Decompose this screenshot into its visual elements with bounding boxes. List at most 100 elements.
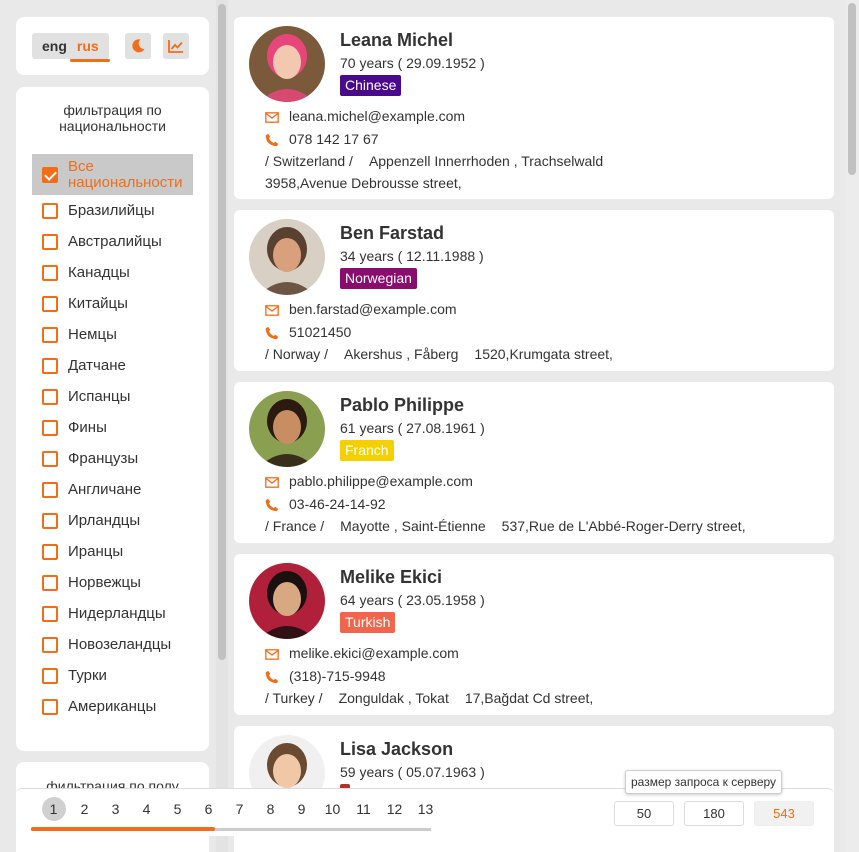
user-phone[interactable]: (318)-715-9948: [289, 668, 386, 684]
lang-eng-button[interactable]: eng: [37, 33, 72, 59]
address-street-row: 3958,Avenue Debrousse street,: [265, 175, 462, 191]
checkbox[interactable]: [42, 388, 58, 405]
nationality-option[interactable]: Все национальности: [32, 154, 193, 195]
page-number: 9: [297, 801, 306, 817]
statistics-button[interactable]: [163, 33, 189, 59]
page-button[interactable]: 3: [100, 797, 131, 821]
checkbox[interactable]: [42, 166, 58, 183]
nationality-option[interactable]: Новозеландцы: [32, 629, 193, 660]
nationality-option[interactable]: Иранцы: [32, 536, 193, 567]
page-button[interactable]: 10: [317, 797, 348, 821]
user-region: Appenzell Innerrhoden , Trachselwald: [368, 153, 604, 169]
nationality-option[interactable]: Испанцы: [32, 381, 193, 412]
user-email[interactable]: ben.farstad@example.com: [289, 301, 457, 317]
page-button[interactable]: 12: [379, 797, 410, 821]
page-button[interactable]: 2: [69, 797, 100, 821]
moon-icon: [132, 39, 145, 53]
sidebar-scrollbar[interactable]: [216, 0, 228, 852]
page-button[interactable]: 13: [410, 797, 441, 821]
user-email[interactable]: pablo.philippe@example.com: [289, 473, 473, 489]
page-button[interactable]: 6: [193, 797, 224, 821]
checkbox[interactable]: [42, 264, 58, 281]
nationality-option[interactable]: Ирландцы: [32, 505, 193, 536]
avatar: [249, 26, 325, 102]
checkbox[interactable]: [42, 512, 58, 529]
page-number: 13: [417, 801, 434, 817]
page-button[interactable]: 5: [162, 797, 193, 821]
request-size-543-button[interactable]: 543: [754, 801, 814, 826]
nationality-label: Турки: [68, 667, 107, 684]
page-button[interactable]: 4: [131, 797, 162, 821]
user-email[interactable]: melike.ekici@example.com: [289, 645, 459, 661]
request-size-50-button[interactable]: 50: [614, 801, 674, 826]
user-card: Melike Ekici 64 years ( 23.05.1958 ) Turki…: [234, 554, 834, 715]
checkbox[interactable]: [42, 326, 58, 343]
settings-panel: eng rus: [16, 17, 209, 75]
checkbox[interactable]: [42, 698, 58, 715]
nationality-option[interactable]: Турки: [32, 660, 193, 691]
theme-toggle-button[interactable]: [125, 33, 151, 59]
pager-scroll-indicator[interactable]: [31, 827, 215, 831]
nationality-badge: Franch: [340, 440, 394, 461]
checkbox[interactable]: [42, 419, 58, 436]
user-street: 3958,Avenue Debrousse street,: [265, 175, 462, 191]
nationality-option[interactable]: Американцы: [32, 691, 193, 722]
checkbox[interactable]: [42, 295, 58, 312]
nationality-option[interactable]: Датчане: [32, 350, 193, 381]
checkbox[interactable]: [42, 543, 58, 560]
nationality-label: Датчане: [68, 357, 126, 374]
nationality-label: Нидерландцы: [68, 605, 166, 622]
user-phone[interactable]: 51021450: [289, 324, 351, 340]
checkbox[interactable]: [42, 605, 58, 622]
nationality-option[interactable]: Китайцы: [32, 288, 193, 319]
page-button[interactable]: 11: [348, 797, 379, 821]
checkbox[interactable]: [42, 481, 58, 498]
user-country: / Switzerland /: [265, 153, 353, 169]
sidebar-scrollbar-thumb[interactable]: [218, 4, 226, 660]
main-scrollbar-thumb[interactable]: [848, 3, 856, 175]
checkbox[interactable]: [42, 574, 58, 591]
nationality-option[interactable]: Фины: [32, 412, 193, 443]
nationality-option[interactable]: Англичане: [32, 474, 193, 505]
nationality-option[interactable]: Французы: [32, 443, 193, 474]
nationality-badge: Norwegian: [340, 268, 417, 289]
main-scrollbar[interactable]: [845, 0, 859, 852]
checkbox[interactable]: [42, 202, 58, 219]
checkbox[interactable]: [42, 636, 58, 653]
checkbox[interactable]: [42, 233, 58, 250]
user-region: Mayotte , Saint-Étienne: [340, 518, 486, 534]
checkbox[interactable]: [42, 357, 58, 374]
nationality-option[interactable]: Австралийцы: [32, 226, 193, 257]
language-switch: eng rus: [32, 33, 110, 62]
nationality-option[interactable]: Нидерландцы: [32, 598, 193, 629]
phone-row: 078 142 17 67: [265, 131, 379, 147]
nationality-label: Новозеландцы: [68, 636, 172, 653]
checkbox[interactable]: [42, 450, 58, 467]
lang-rus-button[interactable]: rus: [69, 33, 110, 62]
nationality-option[interactable]: Канадцы: [32, 257, 193, 288]
request-size-180-button[interactable]: 180: [684, 801, 744, 826]
user-phone[interactable]: 03-46-24-14-92: [289, 496, 386, 512]
user-region: Akershus , Fåberg: [344, 346, 459, 362]
page-button[interactable]: 7: [224, 797, 255, 821]
page-button[interactable]: 9: [286, 797, 317, 821]
user-card: Ben Farstad 34 years ( 12.11.1988 ) Norweg…: [234, 210, 834, 371]
checkbox[interactable]: [42, 667, 58, 684]
page-number: 4: [142, 801, 151, 817]
page-button[interactable]: 8: [255, 797, 286, 821]
user-email[interactable]: leana.michel@example.com: [289, 108, 465, 124]
user-phone[interactable]: 078 142 17 67: [289, 131, 379, 147]
address-row: / Turkey / Zonguldak , Tokat 17,Bağdat Cd …: [265, 690, 609, 706]
mail-icon: [265, 304, 279, 316]
page-button[interactable]: 1: [38, 797, 69, 821]
nationality-option[interactable]: Немцы: [32, 319, 193, 350]
chart-line-icon: [168, 40, 183, 53]
user-street: 537,Rue de L'Abbé-Roger-Derry street,: [501, 518, 746, 534]
user-street: 1520,Krumgata street,: [474, 346, 613, 362]
email-row: leana.michel@example.com: [265, 108, 465, 124]
nationality-option[interactable]: Норвежцы: [32, 567, 193, 598]
nationality-label: Фины: [68, 419, 107, 436]
user-card: Leana Michel 70 years ( 29.09.1952 ) Chine…: [234, 17, 834, 199]
nationality-option[interactable]: Бразилийцы: [32, 195, 193, 226]
email-row: ben.farstad@example.com: [265, 301, 457, 317]
